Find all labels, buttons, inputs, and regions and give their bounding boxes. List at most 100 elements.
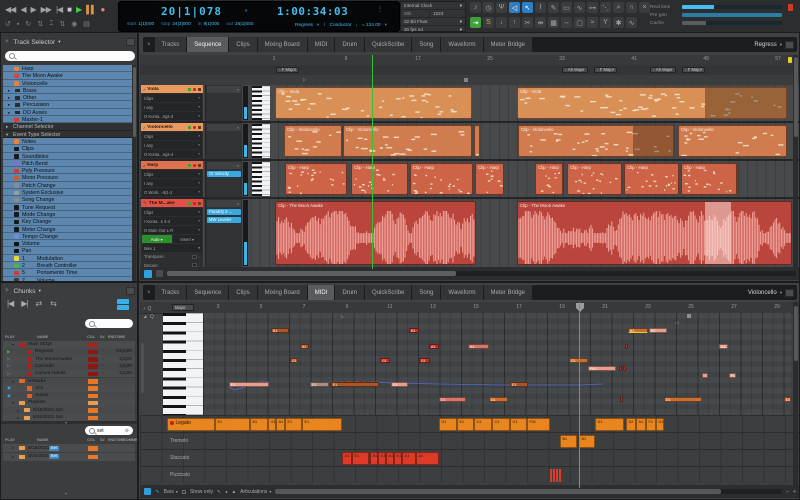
tab-sequence[interactable]: Sequence [187,37,230,52]
midi-note[interactable]: E1 [331,382,379,387]
chunks-filter-input[interactable]: set ⊗ [85,426,133,435]
midi-note[interactable]: A1 [468,344,489,349]
articulation-block[interactable]: B1 [560,434,577,448]
sidebar-scrollbar[interactable] [132,65,136,281]
divider-handle-icon[interactable]: ▾ [65,420,67,425]
panel-title[interactable]: Track Selector [14,39,56,46]
midi-note[interactable] [623,366,626,371]
close-icon[interactable]: × [5,39,9,45]
loop-icon[interactable]: ↻ [25,20,31,28]
disclosure-caret-icon[interactable]: ▸ [12,445,14,450]
collapsed-caret-icon[interactable]: ▸ [6,124,8,130]
event-type-row[interactable]: Clips [3,145,133,153]
articulation-lane[interactable]: E1 B1 G1 A1 E1 E1 D1 E1 C1 C1 G1 F#1 D1 D2 A1 F1 D1 Legat… [140,415,799,432]
locator-field[interactable]: out 25|1|000 [226,22,253,27]
midi-note[interactable]: F#1 [588,366,616,371]
event-type-row[interactable]: 1 Modulation [3,254,133,263]
playhead[interactable] [579,302,580,488]
insert-chip[interactable]: Ot Velocity [207,170,241,177]
h-scrollbar[interactable] [167,271,796,276]
tab-mixing-board[interactable]: Mixing Board [257,37,308,52]
tab-mixing-board[interactable]: Mixing Board [257,285,308,300]
chain-play-icon[interactable]: ⇄ [35,299,42,308]
articulation-block[interactable]: E1 [302,417,342,431]
record-button[interactable]: ● [101,5,106,14]
grid-view-icon[interactable] [144,269,152,278]
buffer-size-value[interactable]: 1024 [430,10,465,17]
bit-depth-select[interactable]: 32 Bit Float ▾ [401,18,465,26]
color-swatch[interactable] [88,386,98,391]
articulation-block[interactable]: D1 [394,451,402,465]
panel-divider[interactable] [1,421,137,424]
marquee-tool-icon[interactable]: ▢ [574,17,585,28]
memory-marker-icon[interactable] [687,314,691,318]
zoom-in-icon[interactable]: + [793,489,796,495]
articulation-block[interactable]: G1 [342,451,352,465]
pause-button[interactable]: ▌▌ [86,5,96,14]
event-type-row[interactable]: Poly Pressure [3,167,133,175]
chunk-row[interactable]: ▸ 6/20/2021 Set [3,452,135,461]
play-enable-icon[interactable] [188,201,191,205]
key-signature-marker[interactable]: ♭ F Major [682,66,705,73]
shuffle-play-icon[interactable]: ⇆ [50,299,57,308]
disclosure-caret-icon[interactable]: ▸ [8,102,10,108]
quantize-icon[interactable]: Q [150,314,154,320]
tab-song[interactable]: Song [412,285,442,300]
color-swatch[interactable] [88,342,98,347]
tab-tracks[interactable]: Tracks [154,285,188,300]
menu-icon[interactable] [198,163,201,167]
track-dropdown[interactable]: Clips ▾ [142,170,202,178]
track-title-bar[interactable]: ♪ Violoncello [141,123,203,131]
midi-note[interactable]: E1 [310,382,329,387]
play-button[interactable]: ▶ [76,5,82,14]
articulation-block[interactable]: A1 [416,451,439,465]
chunk-row[interactable]: ▾ Playlists [3,399,135,407]
stacked-view-icon[interactable] [117,299,131,311]
pointer-tool-icon[interactable]: ↖ [522,2,533,13]
chunk-row[interactable]: ▸ 6/15/2021 Set [3,444,135,452]
clip[interactable]: Clip - Harp [681,163,737,195]
menu-icon[interactable] [198,201,201,205]
articulation-block[interactable]: D1 [402,451,416,465]
articulation-block[interactable]: E1 [457,417,474,431]
show-only-checkbox[interactable] [181,489,186,494]
articulation-block[interactable]: F#1 [527,417,550,431]
panel-menu-icon[interactable] [126,38,135,46]
grid-tool-icon[interactable]: ▦ [548,17,559,28]
bars-counter[interactable]: 20|1|078 [161,5,222,18]
event-type-row[interactable]: Patch Change [3,181,133,190]
menu-icon[interactable] [198,125,201,129]
return-to-start-button[interactable]: |◀ [56,5,63,14]
grid-view-icon[interactable] [144,488,151,495]
clip[interactable]: Clip - Violoncello [678,125,787,157]
midi-note[interactable] [702,373,708,378]
dot-icon[interactable]: ● [225,489,227,494]
dial-icon[interactable]: ◦ [199,254,200,259]
midi-note[interactable] [620,397,623,402]
track-search-input[interactable] [5,51,135,61]
resize-handle-icon[interactable]: ▾ [65,491,67,496]
zoom-out-icon[interactable]: − [786,489,789,495]
color-swatch[interactable] [88,379,98,384]
clip[interactable]: Clip - Violoncello [343,125,472,157]
skip-to-end-icon[interactable]: ▶| [21,299,28,308]
event-type-row[interactable]: Tune Request [3,203,133,211]
articulation-lane[interactable]: Pizzicato [140,466,799,483]
event-type-row[interactable]: Notes [3,137,133,146]
track-dropdown[interactable]: O Main Out L-R ▾ [142,226,202,234]
scissors-tool-icon[interactable]: ✂ [522,17,533,28]
record-enable-icon[interactable] [193,201,196,205]
color-swatch[interactable] [88,371,98,377]
disclosure-caret-icon[interactable]: ▾ [12,342,14,347]
tab-waveform[interactable]: Waveform [441,37,484,52]
track-row[interactable]: ▸ DO Auxes [3,108,133,117]
play-enable-icon[interactable] [188,163,191,167]
tab-waveform[interactable]: Waveform [441,285,484,300]
loop-start-marker-icon[interactable]: ▷ [303,77,306,83]
midi-note[interactable]: B1 [271,328,289,333]
clip[interactable]: Clip - Harp [624,163,679,195]
clip[interactable]: Clip - The Moon Awake [517,201,792,265]
track-dropdown[interactable]: O Konta...ngs-4 ▾ [142,150,202,158]
track-picker[interactable]: Regress ▾ [754,37,797,52]
locator-field[interactable]: in 9|1|000 [198,22,220,27]
